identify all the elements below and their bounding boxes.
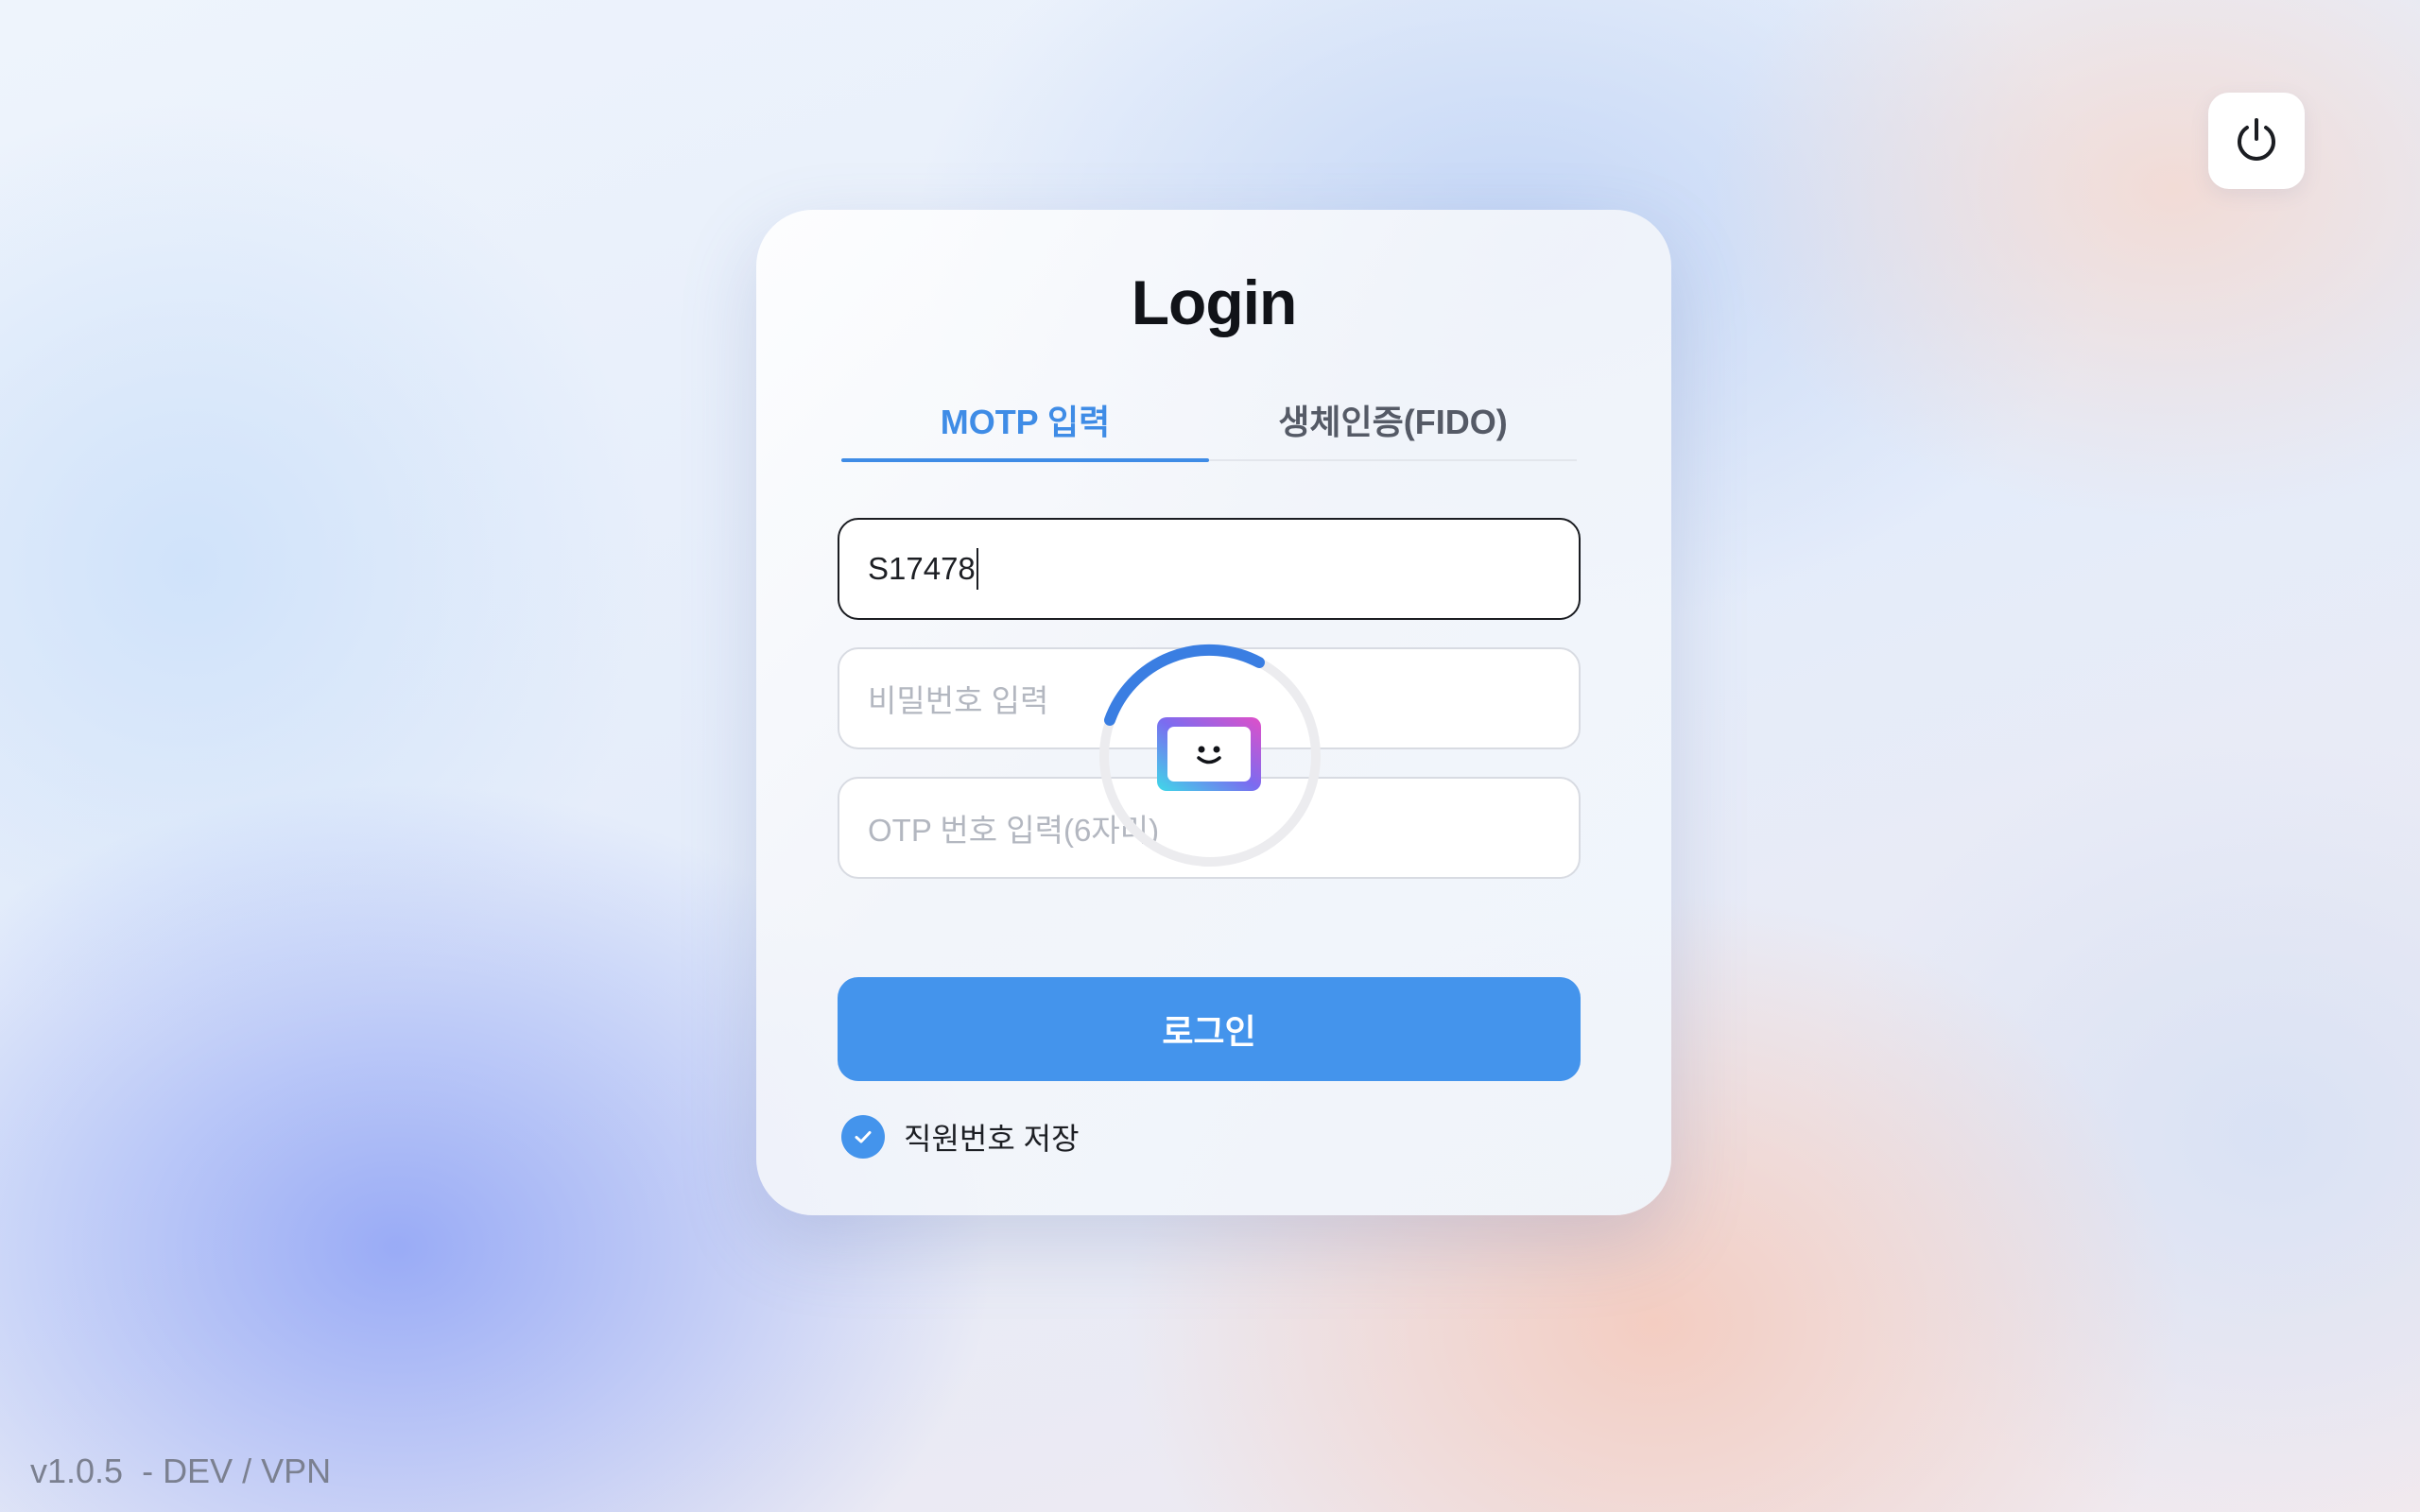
employee-id-field[interactable]: S17478 xyxy=(838,518,1581,620)
remember-id-checkbox[interactable]: 직원번호 저장 xyxy=(841,1115,1080,1159)
checkmark-icon xyxy=(841,1115,885,1159)
text-caret xyxy=(976,548,978,590)
login-button[interactable]: 로그인 xyxy=(838,977,1581,1081)
password-placeholder: 비밀번호 입력 xyxy=(868,683,1049,718)
smiley-app-icon xyxy=(1157,717,1261,791)
loading-spinner xyxy=(1099,644,1321,867)
page-title: Login xyxy=(1131,267,1298,337)
power-icon xyxy=(2238,118,2275,161)
tab-motp[interactable]: MOTP 입력 xyxy=(841,389,1209,462)
version-label: v1.0.5 - DEV / VPN xyxy=(30,1452,332,1490)
tab-fido[interactable]: 생체인증(FIDO) xyxy=(1209,389,1577,459)
auth-tabs: MOTP 입력 생체인증(FIDO) xyxy=(841,389,1577,462)
employee-id-value: S17478 xyxy=(868,551,976,586)
remember-id-label: 직원번호 저장 xyxy=(904,1122,1080,1156)
power-button[interactable] xyxy=(2208,93,2305,189)
